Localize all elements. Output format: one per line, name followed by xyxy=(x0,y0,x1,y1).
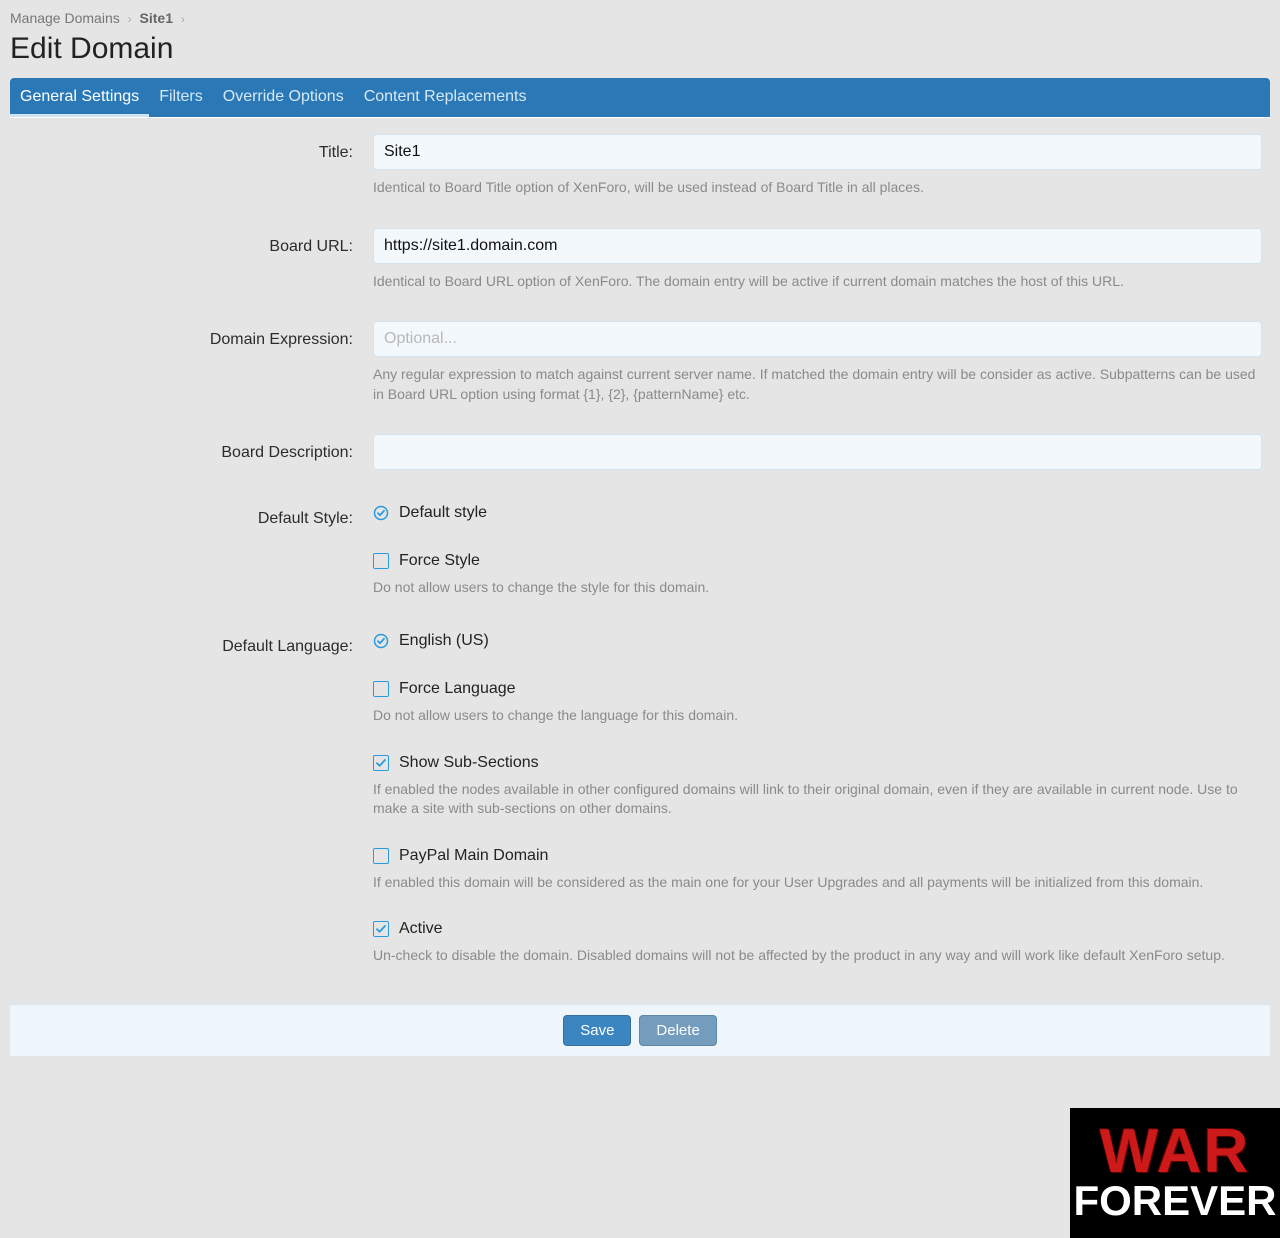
active-option[interactable]: Active xyxy=(399,920,443,938)
title-label: Title: xyxy=(10,134,373,198)
checkbox-unchecked-icon[interactable] xyxy=(373,681,389,697)
default-style-option[interactable]: Default style xyxy=(399,504,487,522)
radio-selected-icon[interactable] xyxy=(373,633,389,649)
watermark-line2: FOREVER xyxy=(1073,1180,1276,1222)
page-title: Edit Domain xyxy=(10,32,1270,66)
board-url-label: Board URL: xyxy=(10,228,373,292)
checkbox-checked-icon[interactable] xyxy=(373,921,389,937)
tab-override-options[interactable]: Override Options xyxy=(213,78,354,117)
domain-expression-input[interactable] xyxy=(373,321,1262,357)
checkbox-unchecked-icon[interactable] xyxy=(373,848,389,864)
tab-content-replacements[interactable]: Content Replacements xyxy=(354,78,537,117)
watermark-logo: WAR FOREVER xyxy=(1070,1108,1280,1238)
board-description-label: Board Description: xyxy=(10,434,373,470)
chevron-right-icon: › xyxy=(128,12,132,26)
show-subsections-help: If enabled the nodes available in other … xyxy=(373,780,1262,819)
tab-filters[interactable]: Filters xyxy=(149,78,213,117)
domain-expression-help: Any regular expression to match against … xyxy=(373,365,1262,404)
breadcrumb: Manage Domains › Site1 › xyxy=(10,10,1270,26)
default-language-label: Default Language: xyxy=(10,628,373,656)
title-input[interactable] xyxy=(373,134,1262,170)
footer-bar: Save Delete xyxy=(10,1004,1270,1056)
force-style-help: Do not allow users to change the style f… xyxy=(373,578,1262,598)
board-description-input[interactable] xyxy=(373,434,1262,470)
board-url-input[interactable] xyxy=(373,228,1262,264)
delete-button[interactable]: Delete xyxy=(639,1015,716,1046)
show-subsections-option[interactable]: Show Sub-Sections xyxy=(399,754,539,772)
checkbox-checked-icon[interactable] xyxy=(373,755,389,771)
default-language-option[interactable]: English (US) xyxy=(399,632,489,650)
default-style-label: Default Style: xyxy=(10,500,373,528)
force-language-option[interactable]: Force Language xyxy=(399,680,516,698)
title-help: Identical to Board Title option of XenFo… xyxy=(373,178,1262,198)
force-language-help: Do not allow users to change the languag… xyxy=(373,706,1262,726)
save-button[interactable]: Save xyxy=(563,1015,631,1046)
breadcrumb-root[interactable]: Manage Domains xyxy=(10,10,120,26)
watermark-line1: WAR xyxy=(1100,1124,1251,1180)
force-style-option[interactable]: Force Style xyxy=(399,552,480,570)
paypal-main-help: If enabled this domain will be considere… xyxy=(373,873,1262,893)
checkbox-unchecked-icon[interactable] xyxy=(373,553,389,569)
paypal-main-option[interactable]: PayPal Main Domain xyxy=(399,847,548,865)
tab-bar: General Settings Filters Override Option… xyxy=(10,78,1270,117)
breadcrumb-current: Site1 xyxy=(140,10,173,26)
chevron-right-icon: › xyxy=(181,12,185,26)
board-url-help: Identical to Board URL option of XenForo… xyxy=(373,272,1262,292)
active-help: Un-check to disable the domain. Disabled… xyxy=(373,946,1262,966)
radio-selected-icon[interactable] xyxy=(373,505,389,521)
domain-expression-label: Domain Expression: xyxy=(10,321,373,404)
tab-general-settings[interactable]: General Settings xyxy=(10,78,149,117)
